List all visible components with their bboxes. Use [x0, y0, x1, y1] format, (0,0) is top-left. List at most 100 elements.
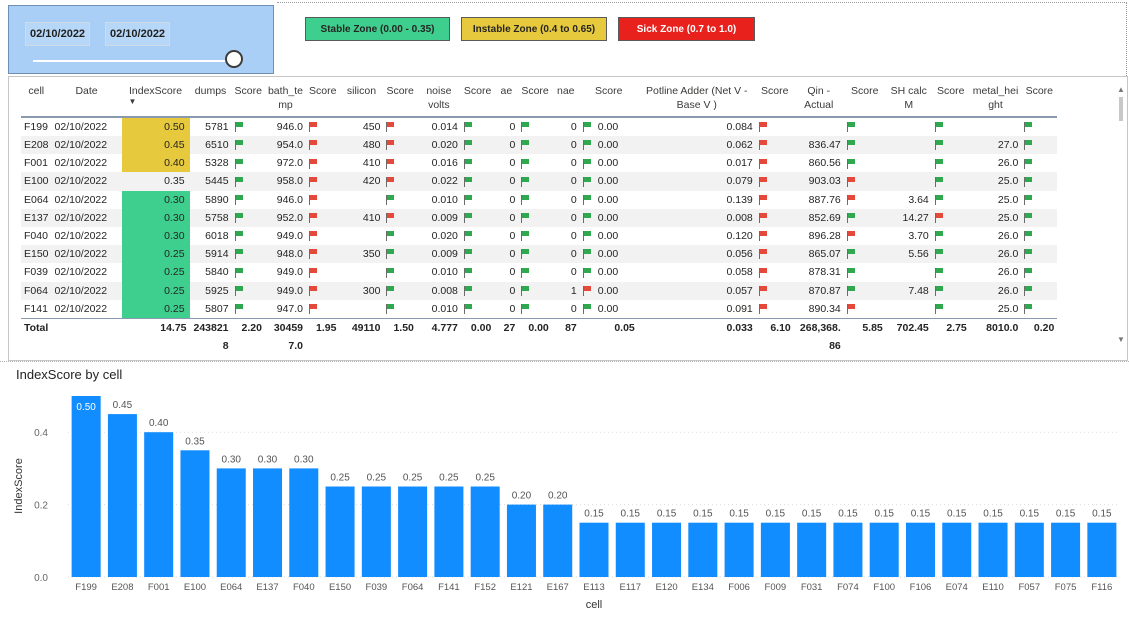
nae-score-cell: 0.00 — [580, 117, 638, 136]
column-header[interactable]: Score — [232, 81, 265, 117]
bar-value-label: 0.50 — [76, 402, 96, 413]
score-flag-cell — [383, 154, 416, 172]
date-slider-handle[interactable] — [225, 50, 243, 68]
score-flag-cell — [1021, 136, 1058, 155]
scroll-down-icon[interactable]: ▼ — [1117, 335, 1125, 344]
table-row[interactable]: F199 02/10/2022 0.50 5781 946.0 450 0.014 0 0 0.0… — [21, 117, 1057, 136]
potline-adder-cell: 0.079 — [637, 172, 756, 191]
x-tick-label: E150 — [329, 582, 351, 593]
score-flag-cell — [461, 191, 494, 209]
column-header[interactable]: ae — [494, 81, 518, 117]
column-header[interactable]: Score — [580, 81, 638, 117]
column-header[interactable]: Score — [756, 81, 794, 117]
column-header[interactable]: Potline Adder (Net V - Base V ) — [638, 81, 756, 117]
score-flag-cell — [844, 263, 886, 281]
total-cell — [51, 317, 122, 355]
red-flag-icon — [309, 122, 318, 133]
nae-score-value: 0.00 — [597, 193, 619, 206]
score-flag-cell — [461, 117, 494, 136]
green-flag-icon — [386, 249, 395, 260]
green-flag-icon — [521, 122, 530, 133]
column-header[interactable]: Score — [383, 81, 416, 117]
bar — [253, 468, 283, 577]
total-cell: 49110 — [339, 317, 384, 355]
scroll-up-icon[interactable]: ▲ — [1117, 85, 1125, 94]
total-cell: 0.20 — [1021, 317, 1058, 355]
end-date-input[interactable]: 02/10/2022 — [105, 22, 171, 46]
column-header[interactable]: metal_hei ght — [970, 81, 1022, 117]
potline-adder-cell: 0.058 — [726, 266, 753, 279]
green-flag-icon — [234, 140, 244, 151]
score-flag-cell — [932, 117, 970, 136]
bar — [107, 414, 137, 577]
green-flag-icon — [463, 194, 473, 205]
score-flag-cell — [306, 227, 339, 245]
table-row[interactable]: F141 02/10/2022 0.25 5807 947.0 0.010 0 0 0.00 0.… — [21, 299, 1057, 319]
column-header[interactable]: Score — [518, 81, 551, 117]
total-cell: 4.777 — [416, 317, 461, 355]
column-header[interactable]: Score — [932, 81, 970, 117]
silicon-cell — [339, 300, 383, 319]
metal-height-cell: 26.0 — [969, 281, 1022, 300]
dumps-cell: 5890 — [205, 193, 229, 206]
bath-temp-cell: 952.0 — [264, 208, 307, 227]
table-row[interactable]: F001 02/10/2022 0.40 5328 972.0 410 0.016 0 0 0.0… — [21, 154, 1057, 173]
cell-id: F199 — [24, 121, 48, 133]
metal-height-cell: 25.0 — [997, 193, 1019, 206]
scrollbar-thumb[interactable] — [1119, 97, 1123, 121]
date-slider-track[interactable] — [33, 60, 243, 62]
bar-value-label: 0.45 — [113, 400, 133, 411]
start-date-input[interactable]: 02/10/2022 — [25, 22, 91, 46]
metal-height-cell: 25.0 — [969, 172, 1022, 191]
green-flag-icon — [1024, 158, 1033, 169]
column-header[interactable]: SH calc M — [886, 81, 932, 117]
cell-id: F001 — [24, 157, 48, 170]
column-header[interactable]: bath_te mp — [265, 81, 306, 117]
sort-descending-icon[interactable]: ▼ — [125, 98, 187, 106]
green-flag-icon — [934, 158, 944, 169]
score-flag-cell — [461, 154, 494, 172]
column-header[interactable]: Score — [1021, 81, 1057, 117]
red-flag-icon — [758, 213, 768, 224]
column-header[interactable]: Score — [461, 81, 494, 117]
dumps-cell: 5840 — [205, 266, 229, 279]
green-flag-icon — [386, 231, 395, 242]
table-row[interactable]: F064 02/10/2022 0.25 5925 949.0 300 0.008 0 1 0.0… — [21, 281, 1058, 300]
ae-cell: 0 — [509, 266, 516, 279]
table-scrollbar[interactable]: ▲ ▼ — [1117, 85, 1125, 347]
table-row[interactable]: E137 02/10/2022 0.30 5758 952.0 410 0.009 0 0 0.0… — [21, 208, 1058, 227]
table-row[interactable]: E208 02/10/2022 0.45 6510 954.0 480 0.020 0 0 0.0… — [21, 136, 1058, 155]
column-header[interactable]: cell — [21, 81, 52, 117]
column-header[interactable]: dumps — [190, 81, 232, 117]
green-flag-icon — [582, 249, 592, 260]
table-row[interactable]: E100 02/10/2022 0.35 5445 958.0 420 0.022 0 0 0.0… — [21, 172, 1058, 191]
indexscore-chart-panel: IndexScore by cell 0.0 0.2 0.4 IndexScore 0.… — [8, 364, 1129, 614]
table-row[interactable]: F039 02/10/2022 0.25 5840 949.0 0.010 0 0 0.00 0.… — [21, 263, 1057, 282]
column-header[interactable]: IndexScore ▼ — [122, 81, 190, 117]
column-header[interactable]: Date — [52, 81, 122, 117]
x-tick-label: E134 — [692, 582, 714, 593]
column-header[interactable]: Qin - Actual — [794, 81, 844, 117]
green-flag-icon — [521, 213, 530, 224]
score-flag-cell — [1021, 191, 1057, 209]
sh-calc-cell: 5.56 — [885, 245, 932, 264]
column-header[interactable]: Score — [306, 81, 339, 117]
column-header[interactable]: silicon — [339, 81, 383, 117]
x-tick-label: F074 — [837, 582, 859, 593]
score-flag-cell — [518, 281, 552, 300]
red-flag-icon — [309, 140, 318, 151]
table-row[interactable]: F040 02/10/2022 0.30 6018 949.0 0.020 0 0 0.00 0.… — [21, 226, 1057, 246]
green-flag-icon — [1024, 285, 1033, 296]
indexscore-cell: 0.50 — [121, 117, 190, 136]
green-flag-icon — [234, 267, 244, 278]
noise-volts-cell: 0.014 — [431, 121, 458, 133]
column-header[interactable]: noise volts — [417, 81, 461, 117]
bar-value-label: 0.15 — [729, 509, 749, 520]
table-row[interactable]: E064 02/10/2022 0.30 5890 946.0 0.010 0 0 0.00 0.… — [21, 190, 1057, 209]
column-header[interactable]: Score — [844, 81, 886, 117]
chart-title: IndexScore by cell — [16, 367, 123, 382]
column-header[interactable]: nae — [552, 81, 580, 117]
sh-calc-cell: 14.27 — [885, 208, 932, 227]
red-flag-icon — [758, 303, 768, 314]
table-row[interactable]: E150 02/10/2022 0.25 5914 948.0 350 0.009 0 0 0.0… — [21, 245, 1058, 264]
